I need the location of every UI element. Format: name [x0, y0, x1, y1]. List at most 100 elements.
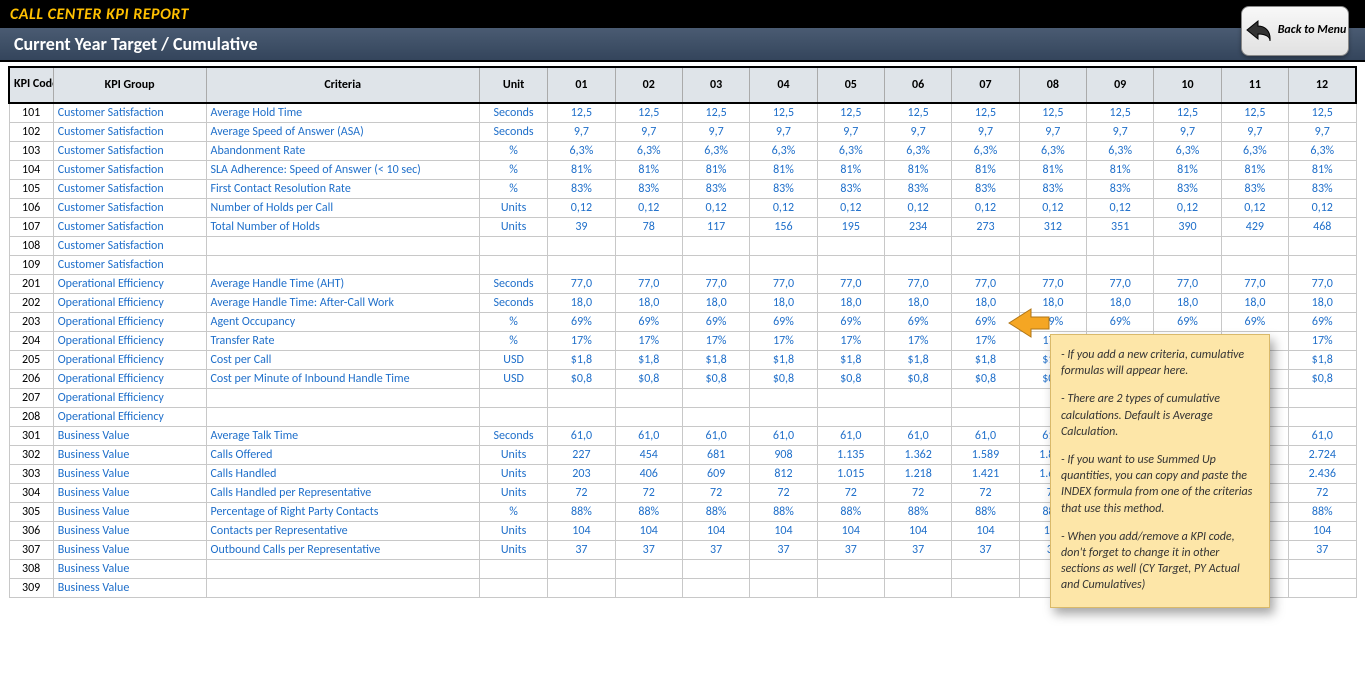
table-row: 104Customer SatisfactionSLA Adherence: S… [9, 160, 1356, 179]
cell-kpi-group: Operational Efficiency [53, 407, 206, 426]
cell-month [750, 407, 817, 426]
cell-month: 77,0 [750, 274, 817, 293]
cell-month: 312 [1019, 217, 1086, 236]
back-to-menu-button[interactable]: Back to Menu [1241, 6, 1349, 56]
cell-criteria [206, 388, 479, 407]
col-month-07: 07 [952, 67, 1019, 103]
help-note: - If you add a new criteria, cumulative … [1050, 334, 1270, 608]
col-month-02: 02 [615, 67, 682, 103]
cell-kpi-group: Customer Satisfaction [53, 122, 206, 141]
cell-month: 88% [682, 502, 749, 521]
cell-month: 12,5 [1221, 103, 1288, 122]
cell-month: $0,8 [1289, 369, 1356, 388]
cell-month [952, 255, 1019, 274]
cell-unit: % [479, 179, 547, 198]
cell-month: 0,12 [1087, 198, 1154, 217]
cell-month: 81% [548, 160, 615, 179]
cell-month: 9,7 [1154, 122, 1221, 141]
cell-month: 406 [615, 464, 682, 483]
cell-month: 61,0 [952, 426, 1019, 445]
cell-month: 351 [1087, 217, 1154, 236]
cell-month [817, 559, 884, 578]
cell-month: 0,12 [1221, 198, 1288, 217]
cell-criteria: Number of Holds per Call [206, 198, 479, 217]
cell-criteria: Calls Handled per Representative [206, 483, 479, 502]
note-line-4: - When you add/remove a KPI code, don't … [1061, 529, 1259, 594]
cell-month: 6,3% [1154, 141, 1221, 160]
cell-criteria [206, 407, 479, 426]
cell-month: 69% [548, 312, 615, 331]
cell-month: 18,0 [1221, 293, 1288, 312]
cell-month: 83% [548, 179, 615, 198]
cell-month: 6,3% [1087, 141, 1154, 160]
cell-month: 69% [1289, 312, 1356, 331]
cell-kpi-group: Customer Satisfaction [53, 236, 206, 255]
cell-month: 6,3% [548, 141, 615, 160]
cell-kpi-group: Customer Satisfaction [53, 217, 206, 236]
cell-month: 156 [750, 217, 817, 236]
cell-month: 72 [884, 483, 951, 502]
cell-month: 81% [750, 160, 817, 179]
cell-kpi-group: Business Value [53, 464, 206, 483]
report-subheader: Current Year Target / Cumulative [0, 28, 1365, 62]
table-row: 103Customer SatisfactionAbandonment Rate… [9, 141, 1356, 160]
cell-criteria: Average Handle Time (AHT) [206, 274, 479, 293]
report-header: CALL CENTER KPI REPORT [0, 0, 1365, 28]
cell-kpi-group: Operational Efficiency [53, 312, 206, 331]
cell-kpi-group: Operational Efficiency [53, 274, 206, 293]
cell-month [1154, 255, 1221, 274]
cell-month [817, 407, 884, 426]
cell-month: 81% [1289, 160, 1356, 179]
cell-criteria: Outbound Calls per Representative [206, 540, 479, 559]
cell-month: 104 [817, 521, 884, 540]
cell-month: 37 [1289, 540, 1356, 559]
col-month-05: 05 [817, 67, 884, 103]
cell-month: 1.421 [952, 464, 1019, 483]
cell-month: 37 [750, 540, 817, 559]
cell-month: 77,0 [1019, 274, 1086, 293]
cell-month: 81% [817, 160, 884, 179]
cell-criteria: Contacts per Representative [206, 521, 479, 540]
cell-month: 195 [817, 217, 884, 236]
cell-month: 81% [1019, 160, 1086, 179]
table-header-row: KPI Code KPI Group Criteria Unit 01 02 0… [9, 67, 1356, 103]
cell-month: 61,0 [817, 426, 884, 445]
table-row: 106Customer SatisfactionNumber of Holds … [9, 198, 1356, 217]
cell-month [817, 578, 884, 597]
cell-month: 72 [682, 483, 749, 502]
cell-month: 61,0 [884, 426, 951, 445]
note-line-1: - If you add a new criteria, cumulative … [1061, 347, 1259, 379]
cell-month: 908 [750, 445, 817, 464]
cell-month: 77,0 [952, 274, 1019, 293]
cell-month [615, 407, 682, 426]
cell-kpi-code: 107 [9, 217, 53, 236]
cell-month: 81% [1154, 160, 1221, 179]
cell-month: 0,12 [682, 198, 749, 217]
report-subtitle: Current Year Target / Cumulative [14, 33, 258, 55]
cell-month: 83% [952, 179, 1019, 198]
cell-kpi-group: Operational Efficiency [53, 369, 206, 388]
cell-month: 72 [1289, 483, 1356, 502]
cell-unit: % [479, 502, 547, 521]
cell-month: 0,12 [548, 198, 615, 217]
cell-month: 104 [682, 521, 749, 540]
cell-kpi-code: 302 [9, 445, 53, 464]
cell-month [1019, 236, 1086, 255]
cell-month: 609 [682, 464, 749, 483]
cell-month: 12,5 [548, 103, 615, 122]
col-month-04: 04 [750, 67, 817, 103]
cell-month [615, 255, 682, 274]
cell-month: 83% [884, 179, 951, 198]
cell-month: 17% [1289, 331, 1356, 350]
cell-month: 234 [884, 217, 951, 236]
cell-kpi-group: Operational Efficiency [53, 293, 206, 312]
table-row: 109Customer Satisfaction [9, 255, 1356, 274]
cell-month: $0,8 [952, 369, 1019, 388]
cell-month: 0,12 [615, 198, 682, 217]
cell-month: 17% [682, 331, 749, 350]
cell-month: $0,8 [817, 369, 884, 388]
cell-kpi-code: 305 [9, 502, 53, 521]
cell-kpi-group: Customer Satisfaction [53, 179, 206, 198]
cell-month: 9,7 [1019, 122, 1086, 141]
cell-month [548, 578, 615, 597]
